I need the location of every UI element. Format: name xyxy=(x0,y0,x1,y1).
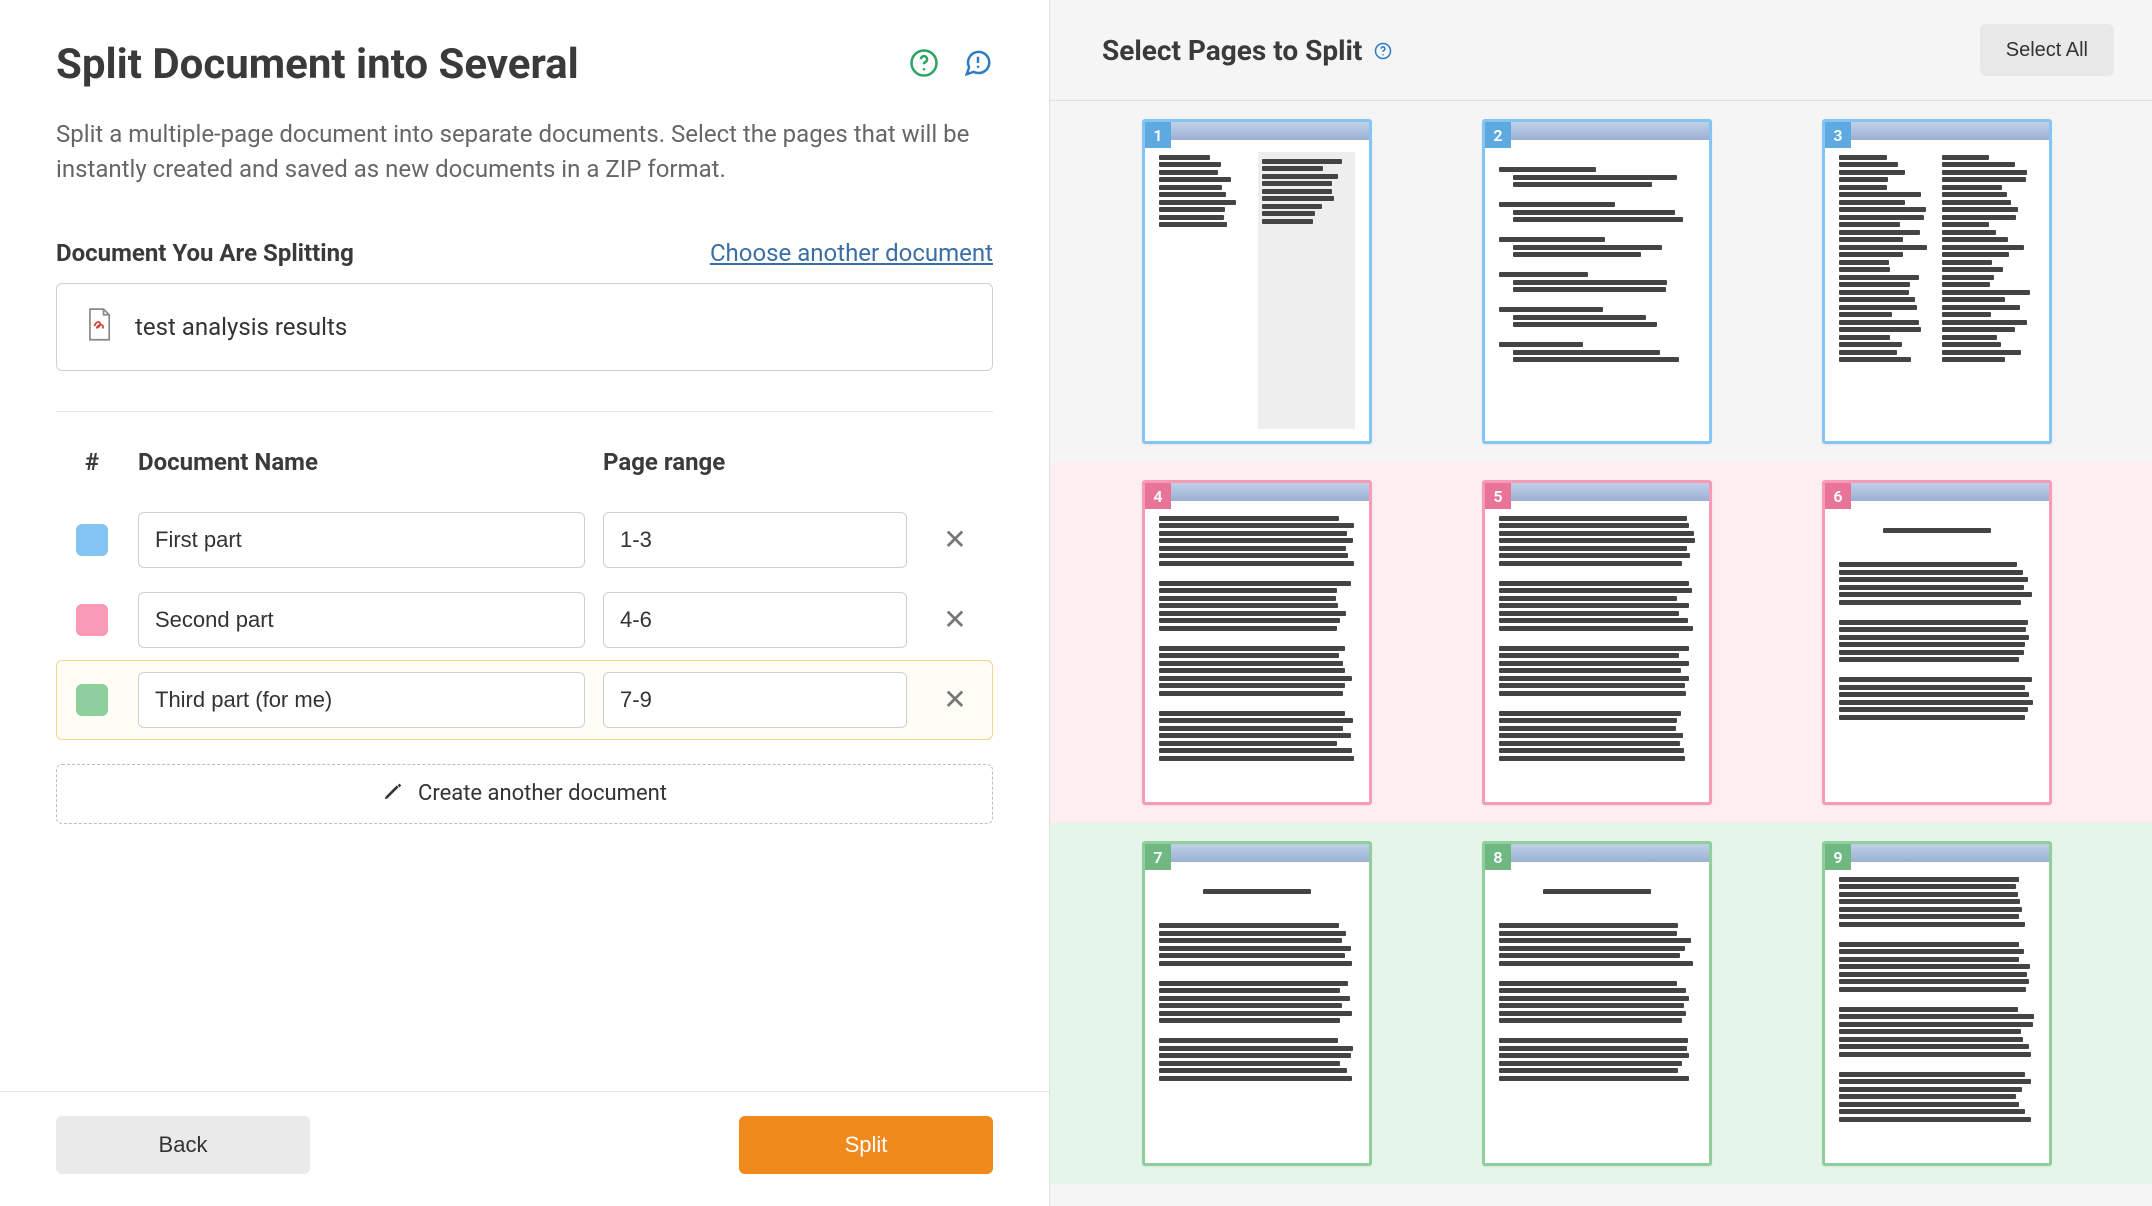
split-name-input[interactable] xyxy=(138,672,585,728)
page-thumbnail[interactable]: 9 xyxy=(1822,841,2052,1166)
page-thumbnail[interactable]: 1 xyxy=(1142,119,1372,444)
page-group: 456 xyxy=(1050,462,2152,823)
right-title: Select Pages to Split xyxy=(1102,34,1362,67)
page-preview xyxy=(1485,844,1709,1163)
select-all-button[interactable]: Select All xyxy=(1980,24,2114,76)
page-thumbnail[interactable]: 7 xyxy=(1142,841,1372,1166)
page-group: 789 xyxy=(1050,823,2152,1184)
choose-another-link[interactable]: Choose another document xyxy=(710,239,993,267)
split-row: ✕ xyxy=(56,580,993,660)
color-swatch xyxy=(76,524,108,556)
create-another-label: Create another document xyxy=(418,781,667,806)
page-preview xyxy=(1485,122,1709,441)
split-row: ✕ xyxy=(56,500,993,580)
page-thumbnail[interactable]: 4 xyxy=(1142,480,1372,805)
split-range-input[interactable] xyxy=(603,672,907,728)
page-preview xyxy=(1825,844,2049,1163)
page-preview xyxy=(1145,844,1369,1163)
current-document: test analysis results xyxy=(56,283,993,371)
doc-splitting-label: Document You Are Splitting xyxy=(56,239,354,267)
page-preview xyxy=(1485,483,1709,802)
page-title: Split Document into Several xyxy=(56,40,579,89)
split-range-input[interactable] xyxy=(603,512,907,568)
divider xyxy=(56,411,993,412)
color-swatch xyxy=(76,684,108,716)
page-thumbnail[interactable]: 3 xyxy=(1822,119,2052,444)
page-preview xyxy=(1825,483,2049,802)
page-thumbnail[interactable]: 2 xyxy=(1482,119,1712,444)
col-index: # xyxy=(64,448,120,476)
footer: Back Split xyxy=(0,1091,1049,1206)
right-panel: Select Pages to Split Select All 1234567… xyxy=(1050,0,2152,1206)
color-swatch xyxy=(76,604,108,636)
col-name: Document Name xyxy=(138,448,585,476)
back-button[interactable]: Back xyxy=(56,1116,310,1174)
page-preview xyxy=(1145,483,1369,802)
delete-row-button[interactable]: ✕ xyxy=(935,600,975,640)
help-icon[interactable] xyxy=(909,48,939,82)
feedback-icon[interactable] xyxy=(963,48,993,82)
document-name: test analysis results xyxy=(135,313,347,341)
splits-table: # Document Name Page range ✕ ✕ ✕ Create an… xyxy=(56,448,993,824)
pdf-icon xyxy=(85,308,113,346)
delete-row-button[interactable]: ✕ xyxy=(935,680,975,720)
split-range-input[interactable] xyxy=(603,592,907,648)
page-subtitle: Split a multiple-page document into sepa… xyxy=(56,117,993,187)
split-name-input[interactable] xyxy=(138,512,585,568)
left-panel: Split Document into Several Split a mult… xyxy=(0,0,1050,1206)
page-preview xyxy=(1825,122,2049,441)
page-thumbnail[interactable]: 8 xyxy=(1482,841,1712,1166)
create-another-button[interactable]: Create another document xyxy=(56,764,993,824)
page-thumbnail[interactable]: 6 xyxy=(1822,480,2052,805)
page-group: 123 xyxy=(1050,101,2152,462)
split-row: ✕ xyxy=(56,660,993,740)
col-range: Page range xyxy=(603,448,907,476)
page-thumbnail[interactable]: 5 xyxy=(1482,480,1712,805)
split-name-input[interactable] xyxy=(138,592,585,648)
help-icon[interactable] xyxy=(1374,34,1392,67)
pages-area: 123456789 xyxy=(1050,101,2152,1206)
pen-icon xyxy=(382,780,404,808)
delete-row-button[interactable]: ✕ xyxy=(935,520,975,560)
split-button[interactable]: Split xyxy=(739,1116,993,1174)
page-preview xyxy=(1145,122,1369,441)
